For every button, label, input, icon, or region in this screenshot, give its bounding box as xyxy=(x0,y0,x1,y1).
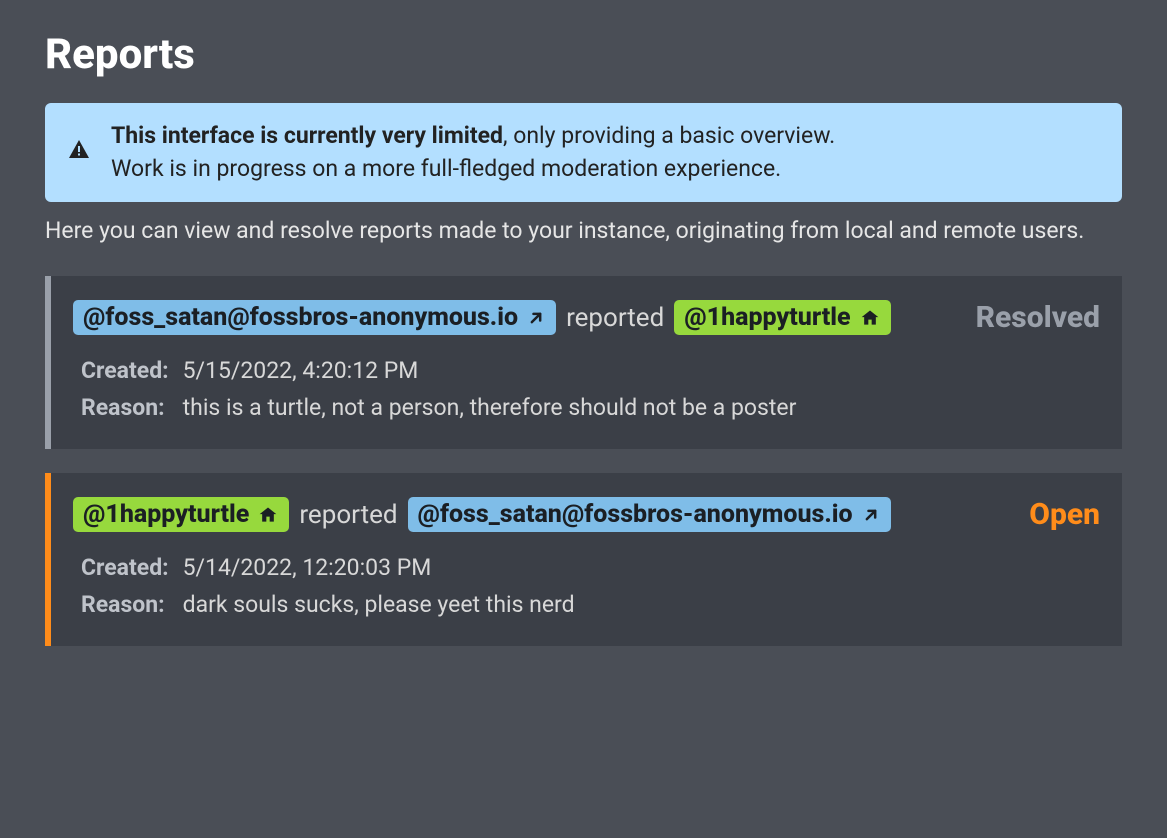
reason-label: Reason: xyxy=(81,394,169,421)
reason-value: dark souls sucks, please yeet this nerd xyxy=(183,591,1100,618)
report-header: @1happyturtle reported @foss_satan@fossbro… xyxy=(73,497,1100,532)
banner-strong: This interface is currently very limited xyxy=(111,122,503,149)
user-badge-reporter[interactable]: @foss_satan@fossbros-anonymous.io xyxy=(73,300,556,335)
info-banner: This interface is currently very limited… xyxy=(45,103,1122,202)
created-value: 5/14/2022, 12:20:03 PM xyxy=(183,554,1100,581)
reported-verb: reported xyxy=(299,500,397,530)
external-link-icon xyxy=(861,505,881,525)
user-handle: @1happyturtle xyxy=(684,303,850,332)
created-label: Created: xyxy=(81,357,169,384)
reason-value: this is a turtle, not a person, therefor… xyxy=(183,394,1100,421)
user-badge-target[interactable]: @1happyturtle xyxy=(674,300,890,335)
reported-verb: reported xyxy=(566,303,664,333)
banner-line-2: Work is in progress on a more full-fledg… xyxy=(111,152,835,185)
reason-label: Reason: xyxy=(81,591,169,618)
user-badge-target[interactable]: @foss_satan@fossbros-anonymous.io xyxy=(408,497,891,532)
user-handle: @1happyturtle xyxy=(83,500,249,529)
external-link-icon xyxy=(526,308,546,328)
report-details: Created: 5/14/2022, 12:20:03 PM Reason: dar… xyxy=(73,554,1100,618)
page-title: Reports xyxy=(45,30,1122,79)
report-header: @foss_satan@fossbros-anonymous.io reporte… xyxy=(73,300,1100,335)
user-badge-reporter[interactable]: @1happyturtle xyxy=(73,497,289,532)
status-label: Open xyxy=(1029,497,1100,532)
home-icon xyxy=(859,308,881,328)
user-handle: @foss_satan@fossbros-anonymous.io xyxy=(418,500,853,529)
created-label: Created: xyxy=(81,554,169,581)
created-value: 5/15/2022, 4:20:12 PM xyxy=(183,357,1100,384)
report-card[interactable]: @1happyturtle reported @foss_satan@fossbro… xyxy=(45,473,1122,646)
report-details: Created: 5/15/2022, 4:20:12 PM Reason: this… xyxy=(73,357,1100,421)
banner-line-1: This interface is currently very limited… xyxy=(111,119,835,152)
status-label: Resolved xyxy=(976,300,1100,335)
user-handle: @foss_satan@fossbros-anonymous.io xyxy=(83,303,518,332)
warning-icon xyxy=(67,138,91,166)
intro-text: Here you can view and resolve reports ma… xyxy=(45,214,1122,249)
home-icon xyxy=(257,505,279,525)
report-card[interactable]: @foss_satan@fossbros-anonymous.io reporte… xyxy=(45,276,1122,449)
